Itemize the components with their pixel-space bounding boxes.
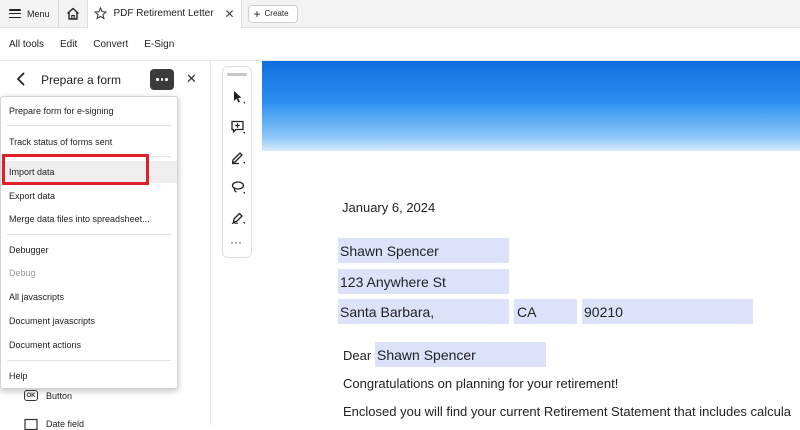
form-field-address[interactable]: 123 Anywhere St	[338, 269, 509, 294]
form-field-salutation-name[interactable]: Shawn Spencer	[375, 342, 546, 367]
create-button[interactable]: + Create	[247, 4, 298, 23]
fill-sign-icon	[231, 212, 245, 224]
highlight-pen-icon	[231, 152, 245, 165]
menu-item-debugger[interactable]: Debugger	[1, 239, 177, 261]
more-options-button[interactable]	[150, 69, 174, 90]
rail-drag-handle[interactable]	[227, 73, 247, 76]
tools-bar: All tools Edit Convert E-Sign	[0, 28, 800, 61]
menu-item-document-javascripts[interactable]: Document javascripts	[1, 310, 177, 332]
more-options-menu: Prepare form for e-signing Track status …	[0, 96, 178, 389]
menu-item-debug: Debug	[9, 268, 36, 278]
tools-tab-convert[interactable]: Convert	[93, 39, 128, 50]
draw-tool-button[interactable]	[228, 177, 248, 197]
letter-date: January 6, 2024	[342, 200, 436, 215]
form-field-zip[interactable]: 90210	[582, 299, 753, 324]
calendar-icon	[24, 418, 38, 430]
more-dot	[165, 78, 168, 81]
salutation-text: Dear	[343, 348, 372, 363]
home-icon	[66, 7, 79, 20]
menu-divider	[7, 125, 171, 126]
tools-tab-edit[interactable]: Edit	[60, 39, 77, 50]
star-icon[interactable]	[93, 7, 107, 20]
add-comment-icon	[231, 120, 245, 134]
menu-item-document-actions[interactable]: Document actions	[1, 334, 177, 356]
menu-item-export-data[interactable]: Export data	[1, 185, 177, 207]
panel-item-date-field[interactable]: Date field	[24, 418, 84, 430]
form-field-state[interactable]: CA	[514, 299, 577, 324]
menu-divider	[7, 234, 171, 235]
menu-item-prepare-form-e-signing[interactable]: Prepare form for e-signing	[1, 100, 177, 122]
tools-tab-e-sign[interactable]: E-Sign	[144, 39, 174, 50]
home-button[interactable]	[59, 0, 87, 28]
form-field-name[interactable]: Shawn Spencer	[338, 238, 509, 263]
panel-item-label: Button	[46, 390, 73, 401]
highlight-tool-button[interactable]	[228, 147, 248, 167]
tools-tab-all-tools[interactable]: All tools	[9, 39, 44, 50]
more-dot	[156, 78, 159, 81]
ok-button-icon: OK	[24, 390, 38, 401]
letterhead-banner	[262, 61, 800, 151]
back-arrow-icon[interactable]	[14, 72, 28, 86]
panel-item-label: Date field	[46, 419, 85, 429]
plus-icon: +	[253, 6, 261, 21]
comment-tool-button[interactable]	[228, 117, 248, 137]
lasso-draw-icon	[231, 181, 245, 194]
letter-line-2: Enclosed you will find your current Reti…	[343, 404, 791, 419]
close-panel-icon[interactable]: ✕	[186, 71, 197, 87]
import-data-highlight	[2, 154, 149, 185]
document-tab-title: PDF Retirement Letter St...	[113, 8, 218, 19]
more-dot	[160, 78, 164, 81]
menu-item-track-status[interactable]: Track status of forms sent	[1, 131, 177, 153]
select-arrow-icon	[234, 91, 245, 104]
menu-label: Menu	[27, 8, 50, 19]
title-tab-bar: Menu PDF Retirement Letter St... ✕ + Cre…	[0, 0, 800, 28]
document-tab[interactable]: PDF Retirement Letter St... ✕	[86, 0, 242, 28]
document-viewer: January 6, 2024 Shawn Spencer 123 Anywhe…	[262, 61, 800, 425]
menu-button[interactable]: Menu	[0, 0, 58, 28]
menu-item-all-javascripts[interactable]: All javascripts	[1, 286, 177, 308]
menu-item-help[interactable]: Help	[1, 365, 177, 387]
quick-tools-rail: ···	[222, 66, 252, 258]
menu-divider	[7, 360, 171, 361]
panel-title: Prepare a form	[41, 73, 122, 87]
fill-sign-tool-button[interactable]	[228, 207, 248, 227]
create-label: Create	[264, 9, 289, 18]
more-tools-icon[interactable]: ···	[230, 235, 242, 249]
letter-line-1: Congratulations on planning for your ret…	[343, 376, 619, 391]
form-field-city[interactable]: Santa Barbara,	[338, 299, 509, 324]
close-tab-icon[interactable]: ✕	[224, 8, 234, 20]
panel-header: Prepare a form ✕	[0, 61, 211, 97]
select-tool-button[interactable]	[228, 87, 248, 107]
panel-item-button[interactable]: OK Button	[24, 390, 72, 401]
hamburger-icon	[9, 9, 21, 18]
menu-item-merge-data-files[interactable]: Merge data files into spreadsheet...	[1, 208, 177, 230]
